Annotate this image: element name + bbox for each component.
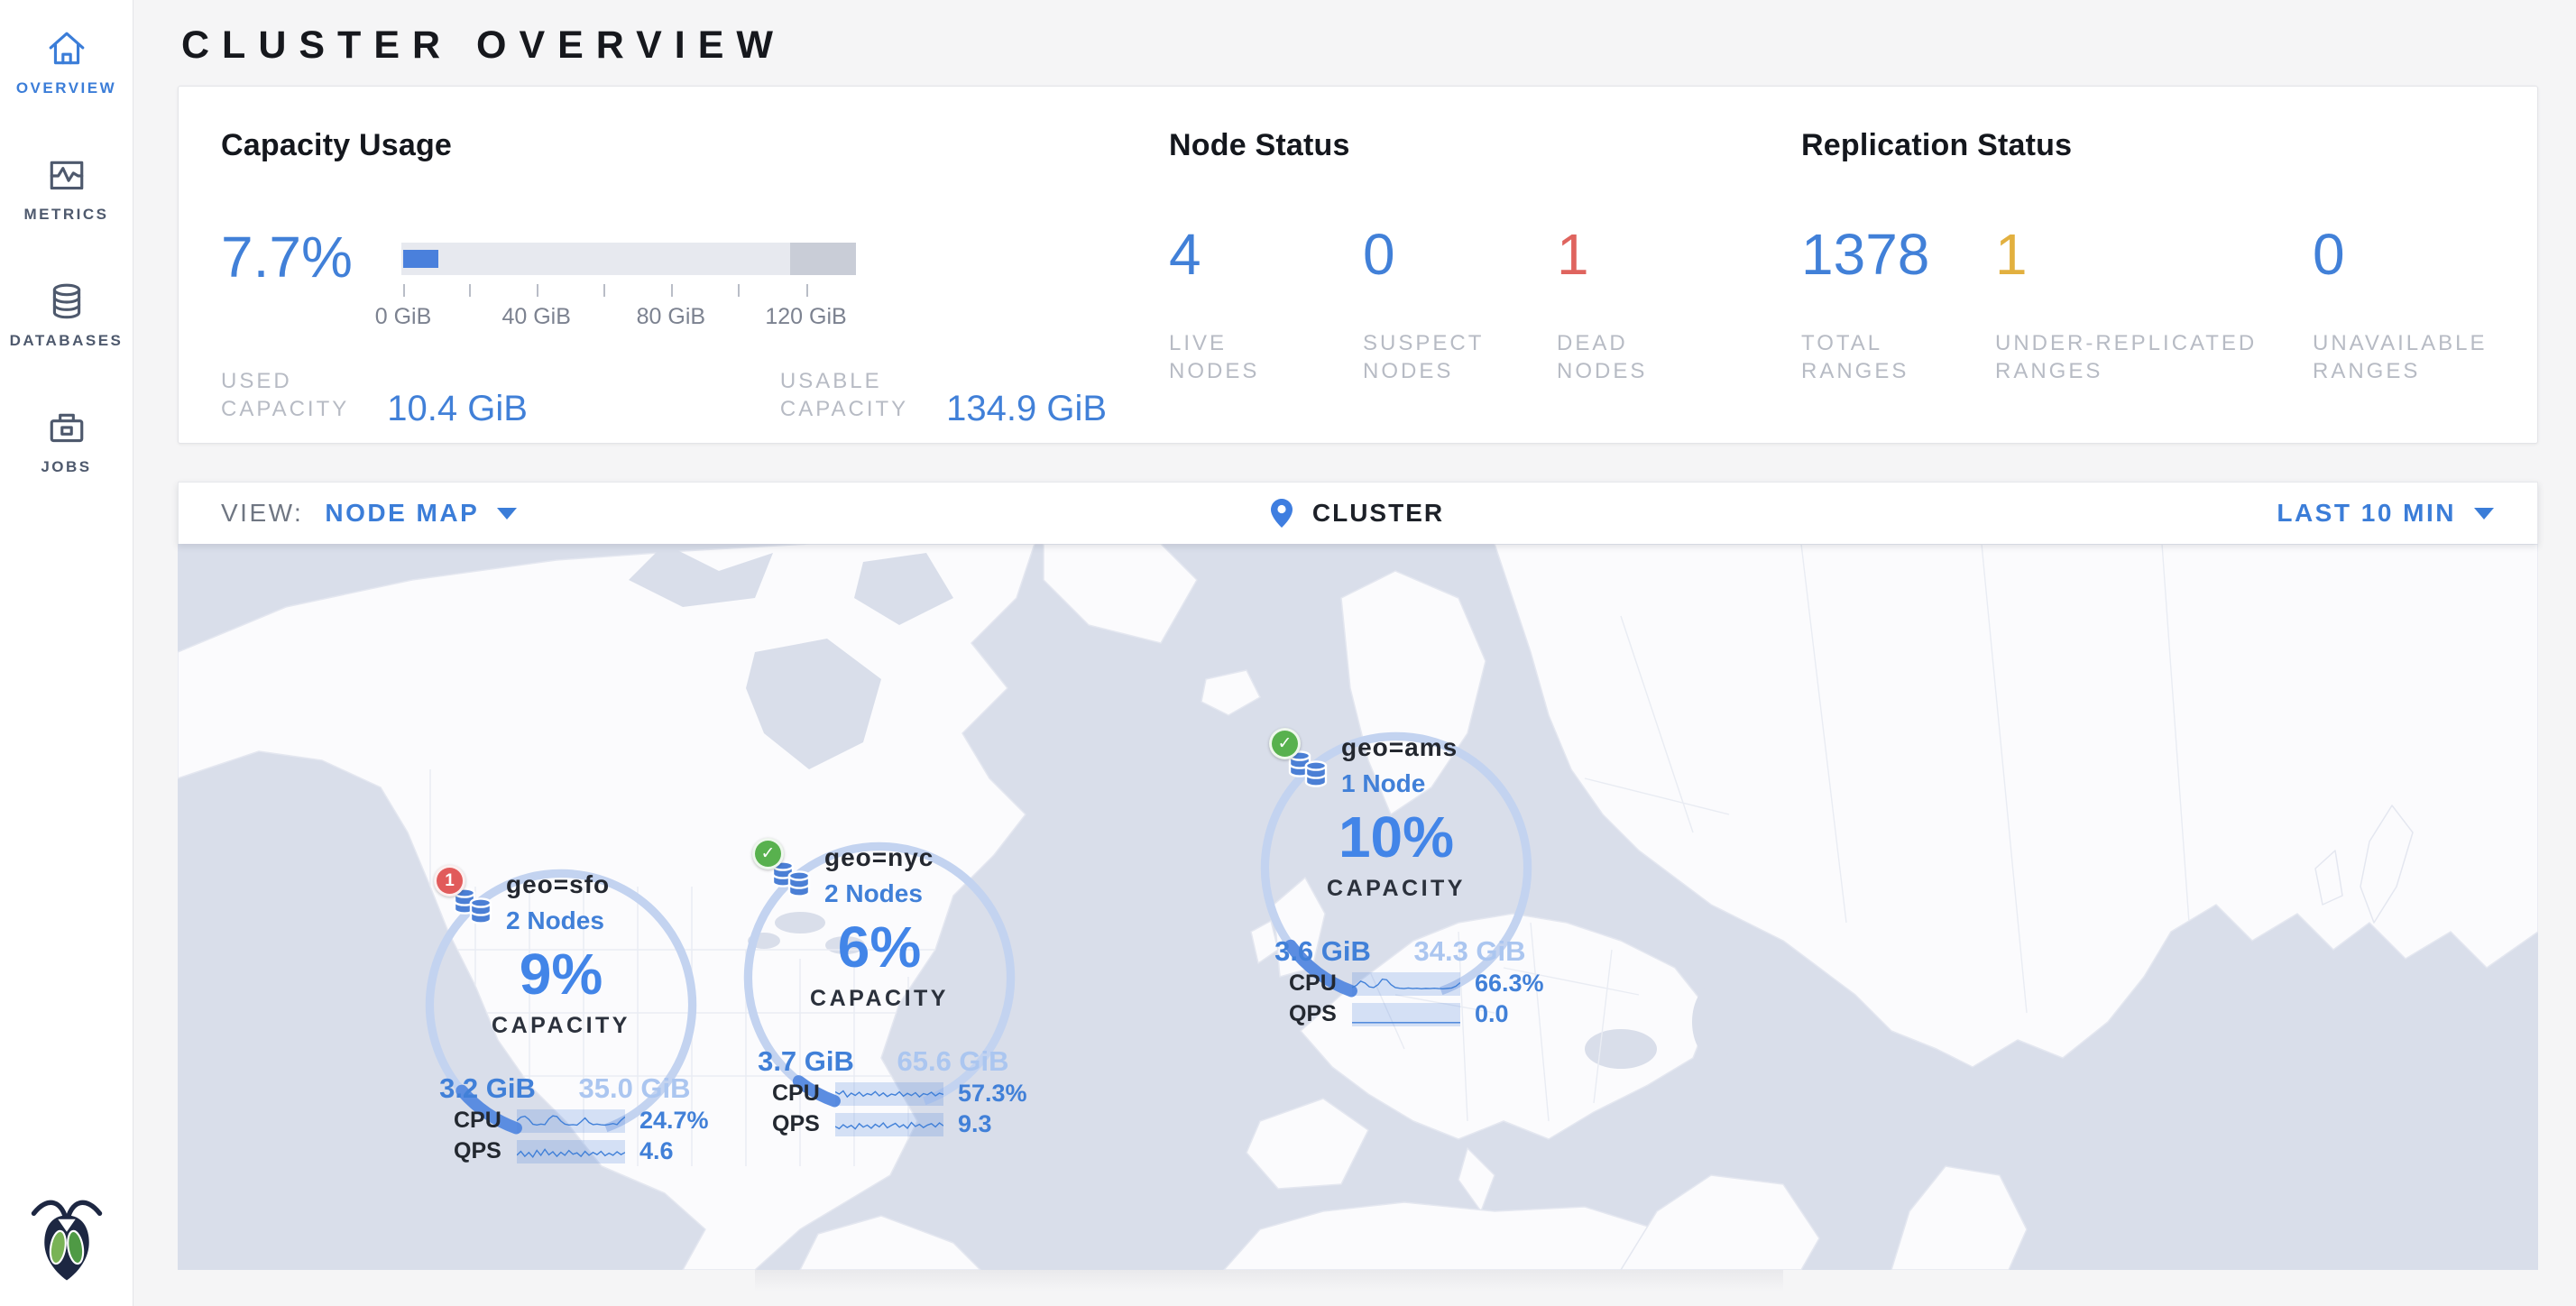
capacity-bar-reserved <box>790 243 856 275</box>
capacity-axis-ticks <box>401 284 856 299</box>
main-content: CLUSTER OVERVIEW Capacity Usage 7.7% 0 <box>133 0 2576 1301</box>
cpu-label: CPU <box>772 1081 828 1107</box>
breadcrumb-cluster[interactable]: CLUSTER <box>1312 499 1444 528</box>
locality-name: geo=sfo <box>506 870 610 899</box>
gauge-usable-value: 34.3 GiB <box>1396 935 1543 968</box>
home-icon <box>46 29 87 70</box>
qps-sparkline <box>1352 1003 1460 1026</box>
qps-label: QPS <box>1289 1001 1345 1027</box>
qps-sparkline <box>835 1113 943 1136</box>
locality-node-count: 1 Node <box>1341 769 1458 798</box>
bottom-strip <box>178 1270 2538 1301</box>
page-title: CLUSTER OVERVIEW <box>178 0 2538 86</box>
cpu-value: 66.3% <box>1475 970 1544 998</box>
capacity-axis-labels: 0 GiB 40 GiB 80 GiB 120 GiB <box>401 304 856 331</box>
used-capacity-stat: USED CAPACITY 10.4 GiB <box>221 367 528 423</box>
sidebar-item-label: JOBS <box>41 458 91 476</box>
qps-label: QPS <box>454 1138 510 1164</box>
qps-sparkline <box>517 1140 625 1163</box>
gauge-capacity-label: CAPACITY <box>732 986 1026 1012</box>
node-status-title: Node Status <box>1169 128 1719 163</box>
sidebar-item-metrics[interactable]: METRICS <box>0 143 133 236</box>
gauge-used-value: 3.7 GiB <box>732 1045 879 1078</box>
gauge-percent: 10% <box>1249 807 1543 867</box>
healthy-badge: ✓ <box>752 838 784 869</box>
locality-name: geo=nyc <box>824 843 934 872</box>
capacity-bar <box>401 243 856 275</box>
metrics-chart-icon <box>46 155 87 197</box>
capacity-bar-used <box>403 250 438 268</box>
cockroachdb-logo <box>28 1196 106 1279</box>
capacity-usage-section: Capacity Usage 7.7% 0 GiB 40 GiB <box>221 128 1204 443</box>
capacity-percent: 7.7% <box>221 228 401 286</box>
location-pin-icon <box>1271 499 1293 528</box>
dead-node-badge: 1 <box>434 865 465 897</box>
under-replicated-ranges-stat: 1 UNDER-REPLICATEDRANGES <box>1995 223 2313 385</box>
cluster-summary-panel: Capacity Usage 7.7% 0 GiB 40 GiB <box>178 86 2538 444</box>
node-map[interactable]: 1 geo=sfo 2 Nodes <box>178 544 2538 1270</box>
replication-status-title: Replication Status <box>1801 128 2511 163</box>
qps-value: 9.3 <box>958 1110 992 1138</box>
gauge-usable-value: 35.0 GiB <box>561 1072 708 1105</box>
qps-value: 0.0 <box>1475 1000 1509 1028</box>
locality-node-count: 2 Nodes <box>824 879 934 908</box>
gauge-usable-value: 65.6 GiB <box>879 1045 1026 1078</box>
qps-label: QPS <box>772 1111 828 1137</box>
sidebar-item-databases[interactable]: DATABASES <box>0 269 133 363</box>
cpu-label: CPU <box>454 1108 510 1134</box>
cpu-value: 57.3% <box>958 1080 1027 1108</box>
gauge-percent: 6% <box>732 917 1026 977</box>
chevron-down-icon <box>2474 508 2494 520</box>
dead-nodes-stat: 1 DEADNODES <box>1557 223 1719 385</box>
used-capacity-value: 10.4 GiB <box>387 391 528 427</box>
scroll-hint[interactable] <box>755 1270 1783 1297</box>
capacity-usage-title: Capacity Usage <box>221 128 1204 163</box>
sidebar: OVERVIEW METRICS DATABASES JOBS <box>0 0 133 1306</box>
locality-node-count: 2 Nodes <box>506 906 610 935</box>
view-dropdown[interactable]: NODE MAP <box>325 499 517 528</box>
node-status-section: Node Status 4 LIVENODES 0 SUSPECTNODES 1… <box>1169 128 1719 385</box>
view-label: VIEW: <box>221 499 303 528</box>
sidebar-item-label: METRICS <box>24 206 109 224</box>
database-icon <box>46 281 87 323</box>
usable-capacity-value: 134.9 GiB <box>946 391 1107 427</box>
live-nodes-stat: 4 LIVENODES <box>1169 223 1363 385</box>
sidebar-item-label: DATABASES <box>10 332 124 350</box>
unavailable-ranges-stat: 0 UNAVAILABLERANGES <box>2313 223 2511 385</box>
cpu-sparkline <box>1352 972 1460 996</box>
sidebar-item-jobs[interactable]: JOBS <box>0 395 133 489</box>
usable-capacity-stat: USABLE CAPACITY 134.9 GiB <box>780 367 1107 423</box>
gauge-used-value: 3.2 GiB <box>414 1072 561 1105</box>
chevron-down-icon <box>497 508 517 520</box>
cpu-label: CPU <box>1289 970 1345 997</box>
cpu-sparkline <box>835 1082 943 1106</box>
healthy-badge: ✓ <box>1269 728 1301 759</box>
suspect-nodes-stat: 0 SUSPECTNODES <box>1363 223 1557 385</box>
map-toolbar: VIEW: NODE MAP CLUSTER LAST 10 MIN <box>178 482 2538 544</box>
cpu-sparkline <box>517 1109 625 1133</box>
gauge-used-value: 3.6 GiB <box>1249 935 1396 968</box>
gauge-capacity-label: CAPACITY <box>414 1013 708 1039</box>
briefcase-icon <box>46 408 87 449</box>
locality-name: geo=ams <box>1341 733 1458 762</box>
total-ranges-stat: 1378 TOTALRANGES <box>1801 223 1995 385</box>
qps-value: 4.6 <box>639 1137 674 1165</box>
gauge-capacity-label: CAPACITY <box>1249 876 1543 902</box>
gauge-percent: 9% <box>414 944 708 1004</box>
sidebar-item-overview[interactable]: OVERVIEW <box>0 16 133 110</box>
time-range-dropdown[interactable]: LAST 10 MIN <box>2277 499 2494 528</box>
cpu-value: 24.7% <box>639 1107 709 1135</box>
sidebar-item-label: OVERVIEW <box>16 79 116 97</box>
replication-status-section: Replication Status 1378 TOTALRANGES 1 UN… <box>1801 128 2511 385</box>
